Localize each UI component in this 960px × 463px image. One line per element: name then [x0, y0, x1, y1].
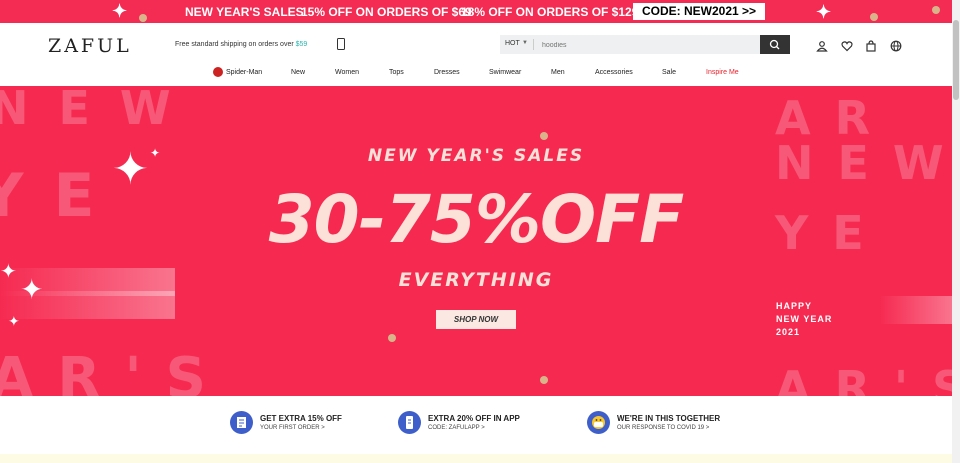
main-nav: Spider-Man New Women Tops Dresses Swimwe…: [0, 69, 952, 81]
background-decoration: AR'S: [0, 346, 230, 396]
search-category-select[interactable]: HOT: [505, 40, 520, 47]
nav-item-new[interactable]: New: [291, 69, 305, 76]
sparkle-icon: ✦: [112, 1, 128, 21]
search-bar: HOT ▼: [500, 35, 760, 54]
bottom-strip: [0, 454, 952, 463]
confetti-decoration: [540, 376, 548, 384]
account-icon[interactable]: [816, 39, 828, 52]
hero-banner[interactable]: NEW YE AR'S AR NEW YE AR'S ✦ ✦ ✦ ✦ ✦ NEW…: [0, 86, 952, 396]
coin-decoration: [139, 14, 147, 22]
promo-title: GET EXTRA 15% OFF: [260, 414, 342, 423]
nav-item-inspire-me[interactable]: Inspire Me: [706, 69, 739, 76]
search-icon: [769, 39, 780, 50]
promo-subtitle[interactable]: OUR RESPONSE TO COVID 19 >: [617, 425, 709, 431]
hero-headline: NEW YEAR'S SALES: [367, 146, 585, 166]
face-mask-icon: [587, 411, 610, 434]
greeting-line: 2021: [776, 327, 801, 337]
document-icon: [230, 411, 253, 434]
shopping-bag-icon[interactable]: [865, 39, 877, 52]
hero-discount: 30-75%OFF: [268, 181, 685, 258]
promo-banner[interactable]: ✦ NEW YEAR'S SALES 15% OFF ON ORDERS OF …: [0, 0, 952, 23]
banner-offer-1: 15% OFF ON ORDERS OF $69: [301, 5, 472, 19]
banner-offer-2: 18% OFF ON ORDERS OF $129: [461, 5, 639, 19]
greeting-line: NEW YEAR: [776, 314, 833, 324]
shipping-text: Free standard shipping on orders over: [175, 41, 296, 48]
coupon-code-button[interactable]: CODE: NEW2021 >>: [633, 3, 765, 20]
banner-sale-text: NEW YEAR'S SALES: [185, 5, 304, 19]
nav-item-spider-man[interactable]: Spider-Man: [226, 69, 262, 76]
search-input[interactable]: [540, 37, 754, 54]
shipping-amount: $59: [295, 41, 308, 48]
background-decoration: NEW: [0, 86, 201, 135]
nav-item-sale[interactable]: Sale: [662, 69, 676, 76]
wishlist-heart-icon[interactable]: [841, 39, 853, 52]
background-decoration: AR'S: [775, 361, 952, 396]
mobile-app-icon: [398, 411, 421, 434]
promo-strip: GET EXTRA 15% OFF YOUR FIRST ORDER > EXT…: [0, 396, 952, 454]
coin-decoration: [870, 13, 878, 21]
nav-item-tops[interactable]: Tops: [389, 69, 404, 76]
new-year-greeting: HAPPY NEW YEAR 2021: [776, 300, 832, 339]
nav-item-dresses[interactable]: Dresses: [434, 69, 460, 76]
promo-title: WE'RE IN THIS TOGETHER: [617, 414, 721, 423]
confetti-decoration: [388, 334, 396, 342]
sparkle-icon: ✦: [816, 2, 832, 22]
greeting-line: HAPPY: [776, 301, 813, 311]
search-button[interactable]: [760, 35, 790, 54]
light-streak: [880, 296, 952, 324]
promo-title: EXTRA 20% OFF IN APP: [428, 414, 520, 423]
globe-icon[interactable]: [890, 39, 902, 52]
coin-decoration: [932, 6, 940, 14]
scrollbar-thumb[interactable]: [953, 20, 959, 100]
shipping-notice: Free standard shipping on orders over $5…: [175, 41, 307, 48]
shop-now-button[interactable]: SHOP NOW: [436, 310, 516, 329]
promo-subtitle[interactable]: CODE: ZAFULAPP >: [428, 425, 485, 431]
nav-item-swimwear[interactable]: Swimwear: [489, 69, 521, 76]
scrollbar[interactable]: [952, 0, 960, 463]
confetti-decoration: [540, 132, 548, 140]
promo-subtitle[interactable]: YOUR FIRST ORDER >: [260, 425, 325, 431]
hero-subline: EVERYTHING: [398, 269, 554, 291]
sparkle-icon: ✦: [8, 313, 20, 329]
site-header: ZAFUL Free standard shipping on orders o…: [0, 23, 952, 86]
mobile-app-icon[interactable]: [337, 38, 345, 50]
nav-item-accessories[interactable]: Accessories: [595, 69, 633, 76]
zaful-logo[interactable]: ZAFUL: [48, 35, 132, 57]
nav-item-women[interactable]: Women: [335, 69, 359, 76]
divider: [533, 39, 534, 50]
chevron-down-icon[interactable]: ▼: [522, 40, 528, 46]
nav-item-men[interactable]: Men: [551, 69, 565, 76]
